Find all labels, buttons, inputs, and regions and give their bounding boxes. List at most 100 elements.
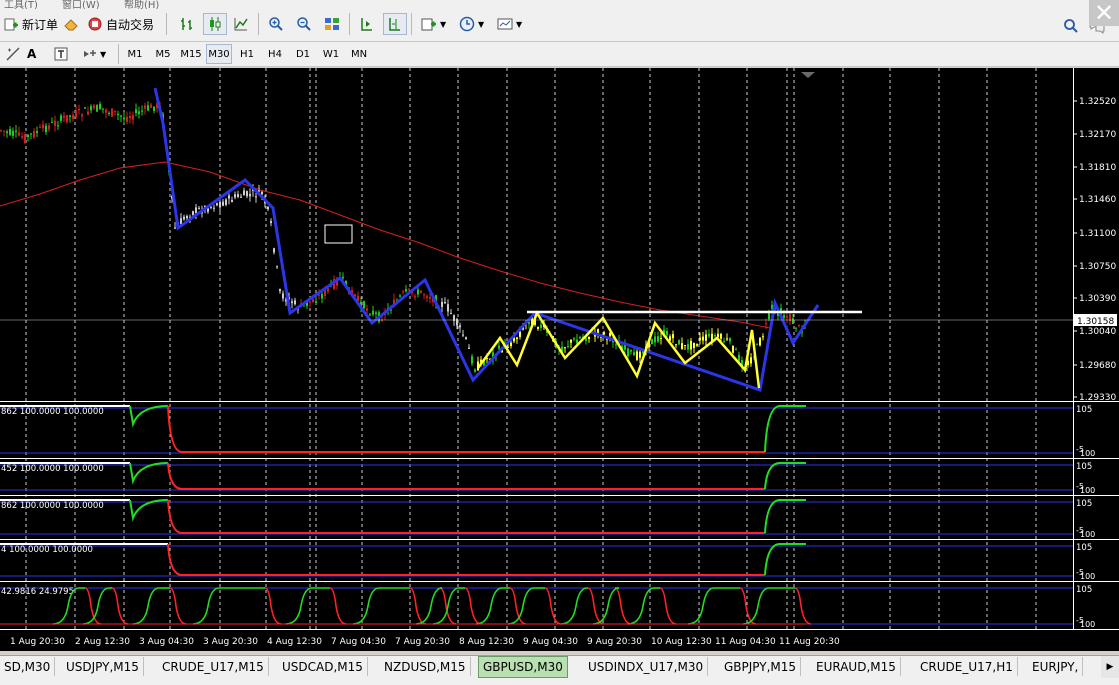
zoom-out-button[interactable] xyxy=(293,13,315,35)
tab-sd-m30[interactable]: SD,M30 xyxy=(0,657,56,676)
timeframe-m5-button[interactable]: M5 xyxy=(150,44,176,64)
candle-body xyxy=(243,190,245,196)
tab-crude-u17-h1[interactable]: CRUDE_U17,H1 xyxy=(916,657,1018,676)
tab-gbpusd-m30[interactable]: GBPUSD,M30 xyxy=(478,656,568,678)
text-a-icon: A xyxy=(27,47,37,61)
clock-icon xyxy=(459,16,475,32)
candle-body xyxy=(783,315,785,318)
candle-body xyxy=(246,191,248,197)
rectangle-object[interactable] xyxy=(324,224,353,244)
candle-body xyxy=(138,111,140,114)
indicator-fall-curve xyxy=(167,462,765,490)
oscillator-rise xyxy=(132,587,160,625)
oscillator-fall xyxy=(409,587,427,625)
templates-button[interactable]: ▼ xyxy=(494,13,525,35)
auto-trade-button[interactable]: 自动交易 xyxy=(84,13,157,35)
text-label-button[interactable]: A xyxy=(24,43,39,65)
oscillator-rise xyxy=(285,587,313,625)
chart-shift-button[interactable] xyxy=(383,13,407,35)
new-order-button[interactable]: 新订单 xyxy=(0,13,61,35)
indicator-fall-curve xyxy=(167,499,765,534)
price-chart-canvas[interactable]: 1.32520 1.32170 1.31810 1.31460 1.31100 1.307… xyxy=(0,68,1119,651)
tab-usdjpy-m15[interactable]: USDJPY,M15 xyxy=(62,657,144,676)
tabs-scroll-right-button[interactable]: ▶ xyxy=(1101,656,1119,678)
candle-body xyxy=(222,201,224,206)
candle-body xyxy=(54,120,56,126)
text-box-button[interactable] xyxy=(50,43,72,65)
tab-eurjpy[interactable]: EURJPY, xyxy=(1028,657,1084,676)
history-button[interactable] xyxy=(60,13,82,35)
candle-body xyxy=(372,310,374,315)
candle-chart-button[interactable] xyxy=(203,13,227,35)
zoom-in-button[interactable] xyxy=(265,13,287,35)
timeframe-mn-button[interactable]: MN xyxy=(346,44,372,64)
tab-usdcad-m15[interactable]: USDCAD,M15 xyxy=(278,657,368,676)
price-chart-window[interactable]: 1.32520 1.32170 1.31810 1.31460 1.31100 1.307… xyxy=(0,68,1119,651)
price-axis: 1.32520 1.32170 1.31810 1.31460 1.31100 1.307… xyxy=(1073,97,1116,403)
timeframe-d1-button[interactable]: D1 xyxy=(290,44,316,64)
cursor-crosshair-button[interactable] xyxy=(2,43,24,65)
timeframe-h1-button[interactable]: H1 xyxy=(234,44,260,64)
price-tick-label: 1.31810 xyxy=(1079,163,1116,173)
tab-nzdusd-m15[interactable]: NZDUSD,M15 xyxy=(380,657,471,676)
tab-euraud-m15[interactable]: EURAUD,M15 xyxy=(812,657,901,676)
timeframe-w1-button[interactable]: W1 xyxy=(318,44,344,64)
indicators-button[interactable]: ▼ xyxy=(418,13,449,35)
search-icon xyxy=(1064,19,1078,33)
candle-body xyxy=(414,296,416,298)
toolbar-separator xyxy=(258,13,259,35)
line-chart-button[interactable] xyxy=(230,13,252,35)
candle-body xyxy=(651,339,653,345)
tab-usdindx-u17-m30[interactable]: USDINDX_U17,M30 xyxy=(584,657,709,676)
candle-body xyxy=(666,330,668,336)
timeframe-m30-button[interactable]: M30 xyxy=(206,44,232,64)
search-button[interactable] xyxy=(1060,15,1082,37)
menu-tools[interactable]: 工具(T) xyxy=(4,0,38,9)
auto-scroll-button[interactable] xyxy=(356,13,378,35)
toolbar-separator xyxy=(166,13,167,35)
tab-gbpjpy-m15[interactable]: GBPJPY,M15 xyxy=(720,657,802,676)
timeframe-m15-button[interactable]: M15 xyxy=(178,44,204,64)
candle-body xyxy=(147,105,149,111)
candle-body xyxy=(282,293,284,299)
candle-body xyxy=(108,112,110,114)
candle-body xyxy=(564,347,566,349)
candle-body xyxy=(276,266,278,268)
indicator-rise-curve xyxy=(764,405,806,453)
arrows-button[interactable]: ▼ xyxy=(78,43,109,65)
periods-button[interactable]: ▼ xyxy=(456,13,487,35)
close-icon: ✕ xyxy=(1093,0,1115,27)
oscillator-rise xyxy=(742,587,770,625)
candlestick-icon xyxy=(210,17,221,31)
menu-window[interactable]: 窗口(W) xyxy=(62,0,100,9)
candle-body xyxy=(468,347,470,349)
bar-chart-button[interactable] xyxy=(176,13,198,35)
dropdown-arrow-icon: ▼ xyxy=(100,49,107,59)
indicator-axis-top: 105 xyxy=(1076,585,1092,595)
price-tick-label: 1.31460 xyxy=(1079,195,1116,205)
candle-body xyxy=(255,196,257,198)
candle-body xyxy=(15,130,17,132)
indicator-rise-curve xyxy=(129,462,169,485)
candle-body xyxy=(207,208,209,212)
tile-windows-button[interactable] xyxy=(321,13,343,35)
time-tick-label: 9 Aug 04:30 xyxy=(523,637,578,647)
candle-body xyxy=(750,357,752,364)
time-tick-label: 10 Aug 12:30 xyxy=(651,637,712,647)
menu-help[interactable]: 帮助(H) xyxy=(124,0,159,9)
candle-body xyxy=(723,341,725,343)
chart-grid xyxy=(25,68,1037,629)
candle-body xyxy=(636,351,638,360)
candle-body xyxy=(153,106,155,111)
candle-body xyxy=(72,114,74,119)
candle-body xyxy=(42,124,44,129)
new-order-label: 新订单 xyxy=(22,17,59,32)
candle-body xyxy=(60,115,62,121)
candle-body xyxy=(231,200,233,203)
auto-trade-label: 自动交易 xyxy=(106,17,155,32)
candle-body xyxy=(174,227,176,229)
tab-crude-u17-m15[interactable]: CRUDE_U17,M15 xyxy=(158,657,269,676)
timeframe-m1-button[interactable]: M1 xyxy=(122,44,148,64)
close-window-button[interactable]: ✕ xyxy=(1089,0,1119,27)
timeframe-h4-button[interactable]: H4 xyxy=(262,44,288,64)
